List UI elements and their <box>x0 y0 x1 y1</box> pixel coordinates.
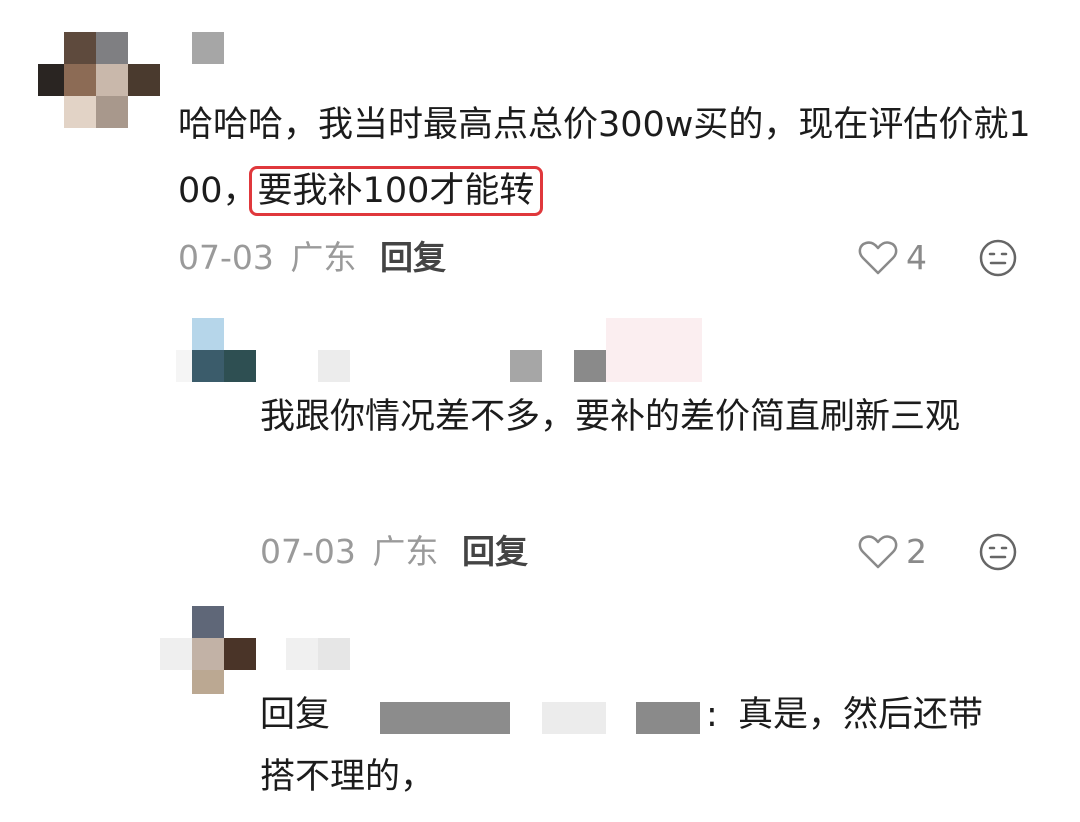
reply1-meta: 07-03 广东 <box>260 532 438 572</box>
reply2-avatar[interactable] <box>160 606 256 694</box>
comment-username[interactable] <box>192 32 224 64</box>
reply2-username[interactable] <box>286 638 350 670</box>
comment-meta: 07-03 广东 <box>178 238 356 278</box>
heart-icon <box>858 240 898 276</box>
heart-icon <box>858 534 898 570</box>
reply2-prefix: 回复 <box>260 695 331 735</box>
comment-text: 哈哈哈，我当时最高点总价300w买的，现在评估价就100，要我补100才能转 <box>178 92 1038 224</box>
comment-reply-button[interactable]: 回复 <box>380 238 446 278</box>
reply1-like-count: 2 <box>906 532 927 571</box>
comment-avatar[interactable] <box>38 32 160 128</box>
highlighted-text: 要我补100才能转 <box>248 166 544 216</box>
reply2-mentioned-user[interactable] <box>380 702 704 734</box>
reply1-like-button[interactable]: 2 <box>858 532 927 571</box>
comment-like-count: 4 <box>906 238 927 277</box>
reply1-avatar[interactable] <box>176 318 256 382</box>
comment-like-button[interactable]: 4 <box>858 238 927 277</box>
reply2-text-line2: 搭不理的， <box>260 757 436 797</box>
reply2-colon: : <box>706 695 718 735</box>
comment-location: 广东 <box>290 238 357 277</box>
reply1-username[interactable] <box>318 318 702 382</box>
reply1-text: 我跟你情况差不多，要补的差价简直刷新三观 <box>260 397 961 437</box>
emoji-icon[interactable] <box>978 532 1018 572</box>
reply2-text-line1: 真是，然后还带 <box>738 695 984 735</box>
comment-date: 07-03 <box>178 238 274 277</box>
emoji-icon[interactable] <box>978 238 1018 278</box>
reply1-location: 广东 <box>372 532 439 571</box>
reply1-reply-button[interactable]: 回复 <box>462 532 528 572</box>
reply1-date: 07-03 <box>260 532 356 571</box>
